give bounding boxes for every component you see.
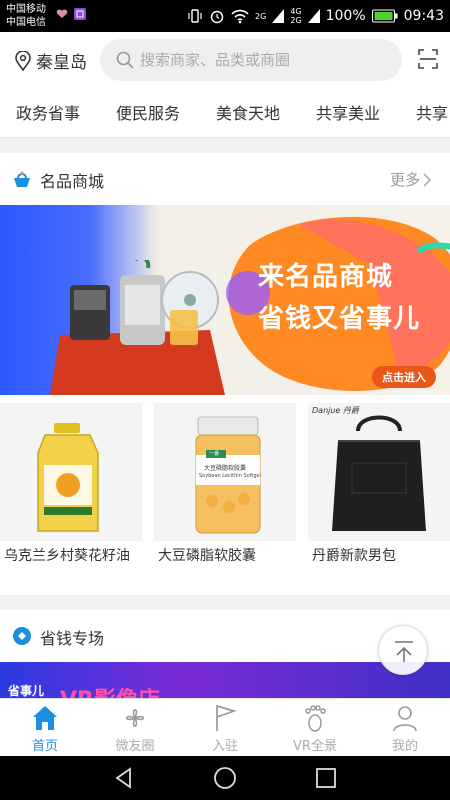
section-title: 省钱专场 [40, 629, 105, 648]
product-image [0, 403, 142, 541]
capsule-brand: 一番 [209, 451, 220, 457]
product-card[interactable]: Danjue 丹爵 丹爵新款男包 [308, 395, 450, 595]
product-image: Danjue 丹爵 [308, 403, 450, 541]
category-nav: 政务省事 便民服务 美食天地 共享美业 共享 [0, 90, 450, 138]
app-notification-icon [74, 8, 86, 20]
footprint-icon [305, 705, 326, 732]
vibrate-icon [188, 9, 202, 23]
location-selector[interactable]: 秦皇岛 [14, 48, 87, 73]
network-type-2: 4G [290, 7, 302, 16]
back-nav-icon[interactable] [112, 766, 136, 790]
category-item[interactable]: 政务省事 [16, 100, 80, 124]
carrier-2: 中国电信 [6, 17, 46, 28]
heart-notification-icon [56, 9, 68, 18]
location-pin-icon [15, 50, 31, 71]
more-link[interactable]: 更多 [390, 169, 432, 190]
status-right: 2G 4G 2G 100% 09:43 [187, 0, 444, 32]
pinwheel-icon [125, 708, 145, 728]
search-icon [116, 51, 134, 69]
back-to-top-button[interactable] [378, 625, 428, 675]
category-item[interactable]: 便民服务 [116, 100, 180, 124]
signal-1-icon [272, 9, 285, 23]
bottom-tab-bar: 首页 微友圈 入驻 VR全景 我的 [0, 698, 450, 756]
tab-moments[interactable]: 微友圈 [90, 699, 180, 757]
category-item[interactable]: 共享美业 [316, 100, 380, 124]
search-input[interactable] [140, 51, 390, 69]
category-item[interactable]: 美食天地 [216, 100, 280, 124]
product-card[interactable]: 乌克兰乡村葵花籽油 [0, 395, 142, 595]
carrier-info: 中国移动 中国电信 [6, 3, 46, 29]
carrier-1: 中国移动 [6, 4, 46, 15]
product-list: 乌克兰乡村葵花籽油 一番 大豆磷脂软胶囊 Soybean Lecithin So… [0, 395, 450, 595]
product-card[interactable]: 一番 大豆磷脂软胶囊 Soybean Lecithin Softgel 大豆磷脂… [154, 395, 296, 595]
tab-label: 微友圈 [115, 739, 155, 754]
status-bar: 中国移动 中国电信 2G 4G 2G 100% 09:43 [0, 0, 450, 32]
network-type-3: 2G [290, 16, 302, 25]
search-bar[interactable] [100, 39, 402, 81]
battery-icon [371, 9, 398, 23]
more-label: 更多 [389, 171, 420, 189]
tab-home[interactable]: 首页 [0, 699, 90, 757]
tab-label: VR全景 [293, 739, 337, 754]
flag-icon [216, 704, 237, 731]
capsule-bottle-image [195, 416, 261, 534]
system-nav-bar [0, 756, 450, 800]
category-item[interactable]: 共享 [416, 100, 448, 124]
network-types: 4G 2G [290, 7, 301, 25]
tab-vr[interactable]: VR全景 [270, 699, 360, 757]
alarm-icon [210, 10, 224, 24]
tab-label: 首页 [31, 739, 58, 754]
clock: 09:43 [403, 8, 444, 24]
home-nav-icon[interactable] [213, 766, 237, 790]
notification-icons [56, 8, 86, 20]
network-type-1: 2G [255, 11, 267, 21]
scan-icon [418, 49, 438, 69]
banner-products-art [50, 260, 225, 395]
savings-icon [13, 627, 31, 645]
scan-button[interactable] [418, 49, 438, 73]
tab-label: 入驻 [211, 739, 238, 754]
tab-label: 我的 [391, 739, 418, 754]
handbag-image [332, 415, 426, 531]
capsule-label-en: Soybean Lecithin Softgel [199, 473, 261, 479]
capsule-label-cn: 大豆磷脂软胶囊 [204, 465, 247, 472]
product-name: 丹爵新款男包 [312, 548, 396, 564]
home-icon [33, 706, 57, 730]
mall-icon [14, 171, 30, 187]
recents-nav-icon[interactable] [314, 766, 338, 790]
arrow-up-icon [395, 641, 413, 662]
user-icon [393, 706, 417, 732]
section-title: 名品商城 [40, 172, 105, 191]
chevron-right-icon [423, 172, 432, 187]
banner-headline-2: 省钱又省事儿 [258, 304, 421, 334]
battery-percent: 100% [325, 8, 366, 24]
bag-brand-label: Danjue 丹爵 [312, 406, 359, 415]
product-name: 乌克兰乡村葵花籽油 [4, 548, 130, 564]
signal-2-icon [307, 9, 320, 23]
tab-profile[interactable]: 我的 [360, 699, 450, 757]
location-label: 秦皇岛 [36, 53, 87, 73]
product-image: 一番 大豆磷脂软胶囊 Soybean Lecithin Softgel [154, 403, 296, 541]
promo-title: VR影像店 [60, 682, 160, 698]
tab-join[interactable]: 入驻 [180, 699, 270, 757]
banner-headline-1: 来名品商城 [258, 262, 394, 292]
app-header: 秦皇岛 [0, 32, 450, 90]
product-name: 大豆磷脂软胶囊 [158, 548, 256, 564]
banner-enter-button[interactable]: 点击进入 [372, 366, 436, 388]
section-header-mall: 名品商城 更多 [0, 153, 450, 205]
wifi-icon [231, 9, 249, 24]
oil-bottle-image [37, 423, 99, 532]
promo-logo: 省事儿 [8, 684, 45, 698]
